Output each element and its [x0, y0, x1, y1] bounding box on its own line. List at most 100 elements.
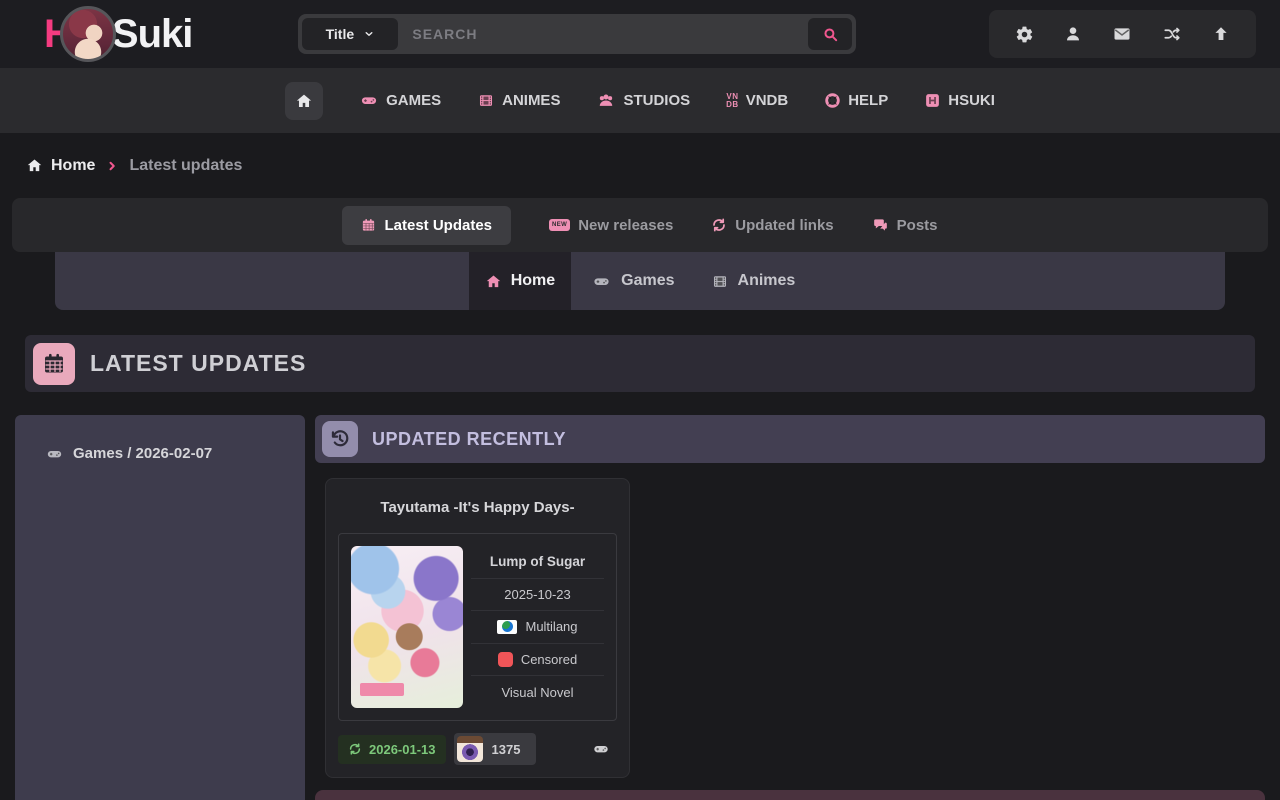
- main-panel: UPDATED RECENTLY Tayutama -It's Happy Da…: [315, 415, 1265, 800]
- life-ring-icon: [824, 92, 841, 109]
- search-category-value: Title: [326, 26, 355, 42]
- top-header: H Suki Title: [0, 0, 1280, 68]
- nav-label: HELP: [848, 92, 888, 109]
- subtabs-bar: Home Games Animes: [55, 252, 1225, 310]
- sync-refresh-icon: [348, 742, 362, 756]
- game-card-body: Lump of Sugar 2025-10-23 Multilang: [338, 533, 617, 721]
- tab-latest-updates[interactable]: Latest Updates: [342, 206, 511, 245]
- nav-item-vndb[interactable]: VN DB VNDB: [726, 92, 788, 109]
- messages-envelope-icon[interactable]: [1112, 25, 1132, 43]
- nav-label: GAMES: [386, 92, 441, 109]
- gamepad-icon: [591, 273, 612, 290]
- user-account-icon[interactable]: [1064, 25, 1082, 43]
- tab-label: Latest Updates: [384, 217, 492, 234]
- subtab-label: Games: [621, 272, 674, 290]
- sidebar-panel: Games / 2026-02-07: [15, 415, 305, 800]
- tab-new-releases[interactable]: NEW New releases: [549, 217, 673, 234]
- language-label: Multilang: [525, 619, 577, 634]
- censorship-label: Censored: [521, 652, 577, 667]
- game-title: Tayutama -It's Happy Days-: [338, 499, 617, 516]
- gamepad-icon: [45, 446, 64, 462]
- search-icon: [822, 26, 839, 43]
- tab-label: New releases: [578, 217, 673, 234]
- upload-arrow-up-icon[interactable]: [1212, 25, 1230, 43]
- chevron-down-icon: [363, 28, 375, 40]
- page: H Suki Title: [0, 0, 1280, 800]
- home-icon: [26, 157, 43, 174]
- tab-updated-links[interactable]: Updated links: [711, 217, 833, 234]
- history-icon: [322, 421, 358, 457]
- tab-posts[interactable]: Posts: [872, 217, 938, 234]
- nav-home-button[interactable]: [285, 82, 323, 120]
- breadcrumb-home-link[interactable]: Home: [26, 157, 95, 175]
- nav-item-help[interactable]: HELP: [824, 92, 888, 109]
- next-section-header-edge: [315, 790, 1265, 800]
- subtab-home[interactable]: Home: [469, 252, 571, 310]
- site-logo[interactable]: H Suki: [44, 6, 192, 62]
- calendar-icon: [33, 343, 75, 385]
- section-title: UPDATED RECENTLY: [372, 429, 566, 450]
- subtab-games[interactable]: Games: [575, 252, 690, 310]
- card-area: Tayutama -It's Happy Days- Lump of Sugar…: [315, 463, 1265, 790]
- cover-art-title-mark: [360, 683, 404, 696]
- tab-label: Updated links: [735, 217, 833, 234]
- tab-label: Posts: [897, 217, 938, 234]
- studio-name: Lump of Sugar: [490, 554, 585, 569]
- censored-icon: [498, 652, 513, 667]
- page-title: LATEST UPDATES: [90, 350, 306, 377]
- info-row-language: Multilang: [471, 611, 604, 644]
- logo-text-suki: Suki: [112, 12, 192, 57]
- game-card-footer: 2026-01-13 1375: [338, 733, 617, 765]
- subtab-animes[interactable]: Animes: [695, 252, 812, 310]
- comments-icon: [872, 217, 889, 233]
- multilang-flag-icon: [497, 620, 517, 634]
- info-row-censorship: Censored: [471, 644, 604, 677]
- search-category-select[interactable]: Title: [302, 18, 398, 50]
- calendar-icon: [361, 217, 376, 233]
- sidebar-heading-label: Games / 2026-02-07: [73, 445, 212, 462]
- views-count: 1375: [492, 742, 521, 757]
- content-area: Games / 2026-02-07 UPDATED RECENTLY Tayu…: [15, 415, 1265, 800]
- search-button[interactable]: [808, 18, 852, 50]
- subtab-label: Animes: [738, 272, 796, 290]
- info-row-category: Visual Novel: [471, 676, 604, 708]
- nav-item-hsuki[interactable]: HSUKI: [924, 92, 995, 109]
- home-icon: [295, 92, 313, 110]
- h-square-icon: [924, 92, 941, 109]
- views-badge: 1375: [454, 733, 537, 765]
- gamepad-icon: [359, 92, 379, 109]
- film-icon: [477, 92, 495, 109]
- updated-date-badge: 2026-01-13: [338, 735, 446, 764]
- new-badge-icon: NEW: [549, 219, 570, 231]
- game-card[interactable]: Tayutama -It's Happy Days- Lump of Sugar…: [325, 478, 630, 778]
- chevron-right-icon: [106, 160, 118, 172]
- film-icon: [711, 273, 729, 290]
- info-row-release-date: 2025-10-23: [471, 579, 604, 612]
- settings-gear-icon[interactable]: [1015, 25, 1034, 44]
- breadcrumb-home-label: Home: [51, 157, 95, 175]
- sidebar-date-heading: Games / 2026-02-07: [45, 445, 305, 462]
- info-row-studio: Lump of Sugar: [471, 546, 604, 579]
- category-label: Visual Novel: [501, 685, 573, 700]
- page-header: LATEST UPDATES: [25, 335, 1255, 392]
- nav-item-animes[interactable]: ANIMES: [477, 92, 560, 109]
- views-thumbnail: [457, 736, 483, 762]
- home-icon: [485, 273, 502, 290]
- search-bar: Title: [298, 14, 856, 54]
- gamepad-icon[interactable]: [591, 741, 611, 757]
- random-shuffle-icon[interactable]: [1162, 25, 1182, 43]
- updated-date: 2026-01-13: [369, 742, 436, 757]
- main-navigation: GAMES ANIMES STUDIOS VN DB VNDB HELP: [0, 68, 1280, 133]
- nav-item-games[interactable]: GAMES: [359, 92, 441, 109]
- sync-refresh-icon: [711, 217, 727, 233]
- nav-label: STUDIOS: [623, 92, 690, 109]
- nav-item-studios[interactable]: STUDIOS: [596, 92, 690, 109]
- breadcrumb: Home Latest updates: [0, 133, 1280, 198]
- nav-label: HSUKI: [948, 92, 995, 109]
- vndb-icon: VN DB: [726, 93, 739, 108]
- search-input[interactable]: [398, 26, 808, 42]
- game-cover-image: [351, 546, 463, 708]
- nav-label: ANIMES: [502, 92, 560, 109]
- subtab-label: Home: [511, 272, 555, 290]
- users-icon: [596, 92, 616, 109]
